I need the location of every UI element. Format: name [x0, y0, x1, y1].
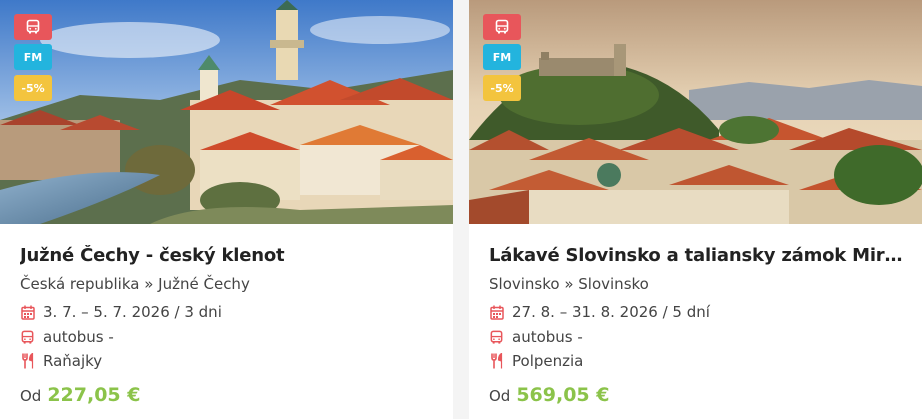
- tour-location: Slovinsko » Slovinsko: [489, 275, 649, 293]
- price-prefix: Od: [489, 387, 511, 405]
- tour-dates-row: 27. 8. – 31. 8. 2026 / 5 dní: [489, 303, 710, 321]
- fork-knife-icon: [489, 353, 504, 369]
- tour-transport: autobus -: [43, 328, 114, 346]
- discount-badge: -5%: [14, 75, 52, 101]
- tour-board-row: Raňajky: [20, 352, 102, 370]
- bus-badge: [483, 14, 521, 40]
- bus-icon: [495, 19, 509, 34]
- tour-dates-row: 3. 7. – 5. 7. 2026 / 3 dni: [20, 303, 222, 321]
- tour-price: Od 227,05 €: [20, 384, 140, 406]
- fork-knife-icon: [20, 353, 35, 369]
- bus-icon: [20, 329, 35, 345]
- tour-transport-row: autobus -: [20, 328, 114, 346]
- tour-board: Raňajky: [43, 352, 103, 370]
- tour-transport-row: autobus -: [489, 328, 583, 346]
- bus-icon: [26, 19, 40, 34]
- tour-photo[interactable]: FM -5%: [469, 0, 922, 224]
- bus-badge: [14, 14, 52, 40]
- tour-dates: 27. 8. – 31. 8. 2026 / 5 dní: [512, 303, 710, 321]
- tour-title[interactable]: Južné Čechy - český klenot: [20, 245, 435, 266]
- tour-transport: autobus -: [512, 328, 583, 346]
- bus-icon: [489, 329, 504, 345]
- price-amount: 569,05 €: [516, 384, 610, 406]
- tour-card[interactable]: FM -5% Lákavé Slovinsko a taliansky zámo…: [469, 0, 922, 419]
- calendar-icon: [489, 304, 504, 320]
- first-minute-badge: FM: [14, 44, 52, 70]
- tour-location: Česká republika » Južné Čechy: [20, 275, 250, 293]
- price-amount: 227,05 €: [47, 384, 141, 406]
- tour-title[interactable]: Lákavé Slovinsko a taliansky zámok Miram…: [489, 245, 904, 266]
- tour-board: Polpenzia: [512, 352, 584, 370]
- tour-photo[interactable]: FM -5%: [0, 0, 453, 224]
- discount-badge: -5%: [483, 75, 521, 101]
- tour-card[interactable]: FM -5% Južné Čechy - český klenot Česká …: [0, 0, 453, 419]
- first-minute-badge: FM: [483, 44, 521, 70]
- tour-board-row: Polpenzia: [489, 352, 583, 370]
- calendar-icon: [20, 304, 35, 320]
- tour-price: Od 569,05 €: [489, 384, 609, 406]
- tour-dates: 3. 7. – 5. 7. 2026 / 3 dni: [43, 303, 222, 321]
- price-prefix: Od: [20, 387, 42, 405]
